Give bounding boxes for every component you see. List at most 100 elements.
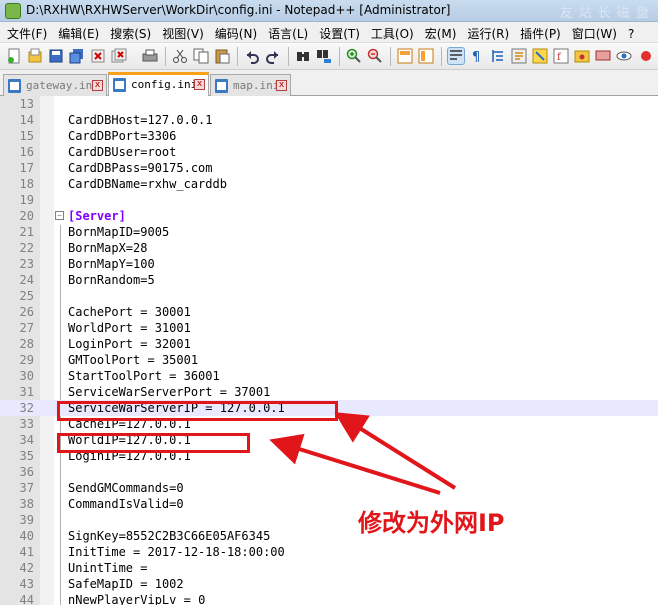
code-line[interactable]: 27 WorldPort = 31001: [0, 320, 658, 336]
code-line[interactable]: 21 BornMapID=9005: [0, 224, 658, 240]
tab-close-icon[interactable]: x: [194, 79, 205, 90]
config-value: 1002: [154, 577, 184, 591]
code-line[interactable]: 40 SignKey=8552C2B3C66E05AF6345: [0, 528, 658, 544]
line-number: 23: [19, 257, 34, 271]
code-line[interactable]: 42 UnintTime =: [0, 560, 658, 576]
code-text: CommandIsValid=0: [68, 496, 184, 512]
code-line[interactable]: 19: [0, 192, 658, 208]
new-file-icon[interactable]: [6, 48, 22, 64]
menu-macro[interactable]: 宏(M): [418, 22, 461, 42]
equals-sign: =: [161, 369, 184, 383]
code-line[interactable]: 37 SendGMCommands=0: [0, 480, 658, 496]
config-key: BornMapY: [68, 257, 126, 271]
menu-language[interactable]: 语言(L): [261, 22, 312, 42]
open-file-icon[interactable]: [27, 48, 43, 64]
sync-h-icon[interactable]: [418, 48, 434, 64]
undo-icon[interactable]: [244, 48, 260, 64]
code-line[interactable]: 17 CardDBPass=90175.com: [0, 160, 658, 176]
function-list-icon[interactable]: f: [553, 48, 569, 64]
tab-map-ini[interactable]: map.ini x: [210, 74, 291, 96]
code-line[interactable]: 14 CardDBHost=127.0.0.1: [0, 112, 658, 128]
close-all-icon[interactable]: [111, 48, 127, 64]
menu-search[interactable]: 搜索(S): [103, 22, 155, 42]
code-line[interactable]: 15 CardDBPort=3306: [0, 128, 658, 144]
code-line[interactable]: 36: [0, 464, 658, 480]
tab-close-icon[interactable]: x: [92, 80, 103, 91]
show-all-chars-icon[interactable]: ¶: [469, 48, 485, 64]
save-all-icon[interactable]: [69, 48, 85, 64]
cut-icon[interactable]: [172, 48, 188, 64]
menu-help[interactable]: ?: [621, 24, 638, 41]
paste-icon[interactable]: [214, 48, 230, 64]
zoom-in-icon[interactable]: [346, 48, 362, 64]
line-number: 29: [19, 353, 34, 367]
config-key: nNewPlayerVipLv: [68, 593, 177, 605]
monitor-icon[interactable]: [595, 48, 611, 64]
menu-file[interactable]: 文件(F): [0, 22, 51, 42]
zoom-out-icon[interactable]: [367, 48, 383, 64]
code-line[interactable]: 38 CommandIsValid=0: [0, 496, 658, 512]
code-line[interactable]: 28 LoginPort = 32001: [0, 336, 658, 352]
toolbar-separator: [390, 47, 391, 66]
udl-icon[interactable]: [511, 48, 527, 64]
code-line[interactable]: 20 − [Server]: [0, 208, 658, 224]
close-icon[interactable]: [90, 48, 106, 64]
save-icon[interactable]: [48, 48, 64, 64]
doc-map-icon[interactable]: [532, 48, 548, 64]
print-icon[interactable]: [142, 48, 158, 64]
menu-run[interactable]: 运行(R): [460, 22, 513, 42]
toolbar-separator: [237, 47, 238, 66]
code-line[interactable]: 30 StartToolPort = 36001: [0, 368, 658, 384]
toolbar-separator: [339, 47, 340, 66]
editor-area[interactable]: 13 14 CardDBHost=127.0.0.1 15 CardDBPort=330…: [0, 96, 658, 605]
code-line[interactable]: 26 CachePort = 30001: [0, 304, 658, 320]
highlight-box-service-war-server-ip: [57, 401, 338, 421]
code-text: SignKey=8552C2B3C66E05AF6345: [68, 528, 270, 544]
record-macro-icon[interactable]: [638, 48, 654, 64]
sync-v-icon[interactable]: [397, 48, 413, 64]
code-line[interactable]: 39: [0, 512, 658, 528]
code-line[interactable]: 29 GMToolPort = 35001: [0, 352, 658, 368]
code-line[interactable]: 44 nNewPlayerVipLv = 0: [0, 592, 658, 605]
menu-edit[interactable]: 编辑(E): [51, 22, 103, 42]
code-line[interactable]: 31 ServiceWarServerPort = 37001: [0, 384, 658, 400]
code-line[interactable]: 43 SafeMapID = 1002: [0, 576, 658, 592]
tab-gateway-ini[interactable]: gateway.ini x: [3, 74, 107, 96]
find-icon[interactable]: [295, 48, 311, 64]
config-key: GMToolPort: [68, 353, 141, 367]
word-wrap-icon[interactable]: [447, 47, 465, 65]
config-key: CardDBName: [68, 177, 141, 191]
menu-plugins[interactable]: 插件(P): [513, 22, 565, 42]
copy-icon[interactable]: [193, 48, 209, 64]
code-line[interactable]: 18 CardDBName=rxhw_carddb: [0, 176, 658, 192]
redo-icon[interactable]: [265, 48, 281, 64]
code-line[interactable]: 25: [0, 288, 658, 304]
code-lines[interactable]: 13 14 CardDBHost=127.0.0.1 15 CardDBPort=330…: [0, 96, 658, 605]
tab-close-icon[interactable]: x: [276, 80, 287, 91]
line-number: 13: [19, 97, 34, 111]
eye-icon[interactable]: [616, 48, 632, 64]
config-value: 90175.com: [147, 161, 213, 175]
menu-settings[interactable]: 设置(T): [312, 22, 364, 42]
file-icon: [8, 79, 21, 93]
equals-sign: =: [176, 593, 199, 605]
tab-config-ini[interactable]: config.ini x: [108, 72, 209, 97]
code-line[interactable]: 23 BornMapY=100: [0, 256, 658, 272]
annotation-text: 修改为外网IP: [358, 509, 505, 537]
code-line[interactable]: 24 BornRandom=5: [0, 272, 658, 288]
folder-icon[interactable]: [574, 48, 590, 64]
code-line[interactable]: 22 BornMapX=28: [0, 240, 658, 256]
config-value: root: [147, 145, 177, 159]
code-line[interactable]: 41 InitTime = 2017-12-18-18:00:00: [0, 544, 658, 560]
menu-tools[interactable]: 工具(O): [364, 22, 418, 42]
code-line[interactable]: 13: [0, 96, 658, 112]
equals-sign: =: [125, 257, 134, 271]
menu-view[interactable]: 视图(V): [155, 22, 208, 42]
menu-window[interactable]: 窗口(W): [565, 22, 621, 42]
indent-guide-icon[interactable]: [490, 48, 506, 64]
replace-icon[interactable]: [316, 48, 332, 64]
menu-encoding[interactable]: 编码(N): [208, 22, 261, 42]
fold-collapse-icon[interactable]: −: [55, 211, 64, 220]
toolbar-separator: [288, 47, 289, 66]
code-line[interactable]: 16 CardDBUser=root: [0, 144, 658, 160]
